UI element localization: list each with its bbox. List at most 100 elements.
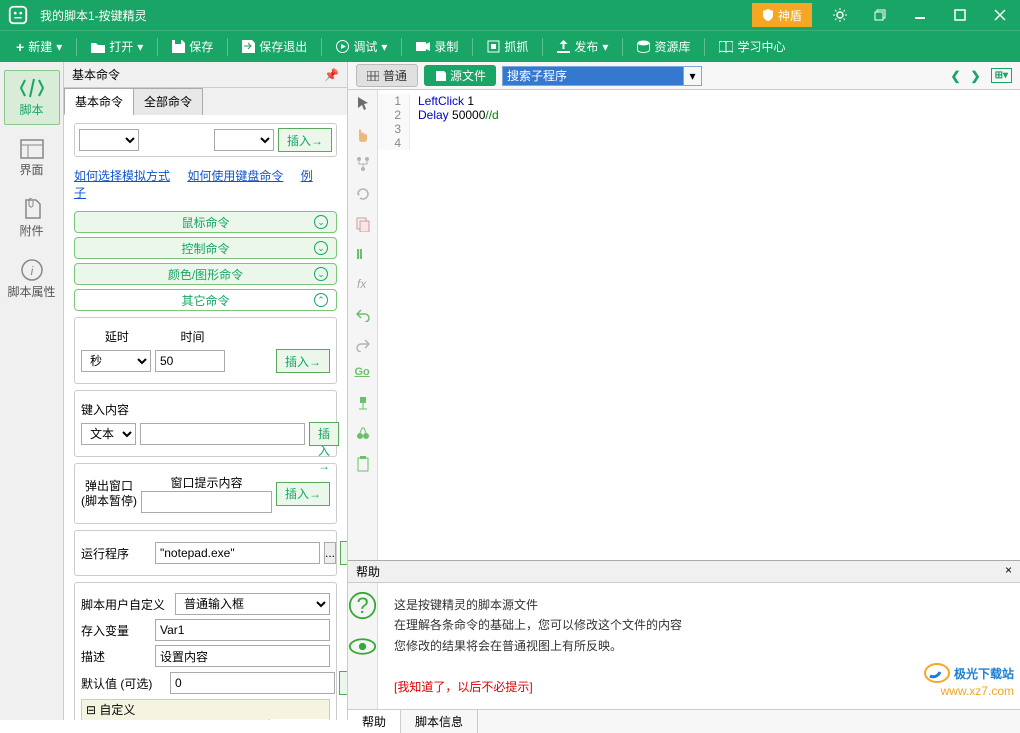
sidebar-item-props[interactable]: i 脚本属性 — [4, 253, 60, 306]
custom-desc-input[interactable] — [155, 645, 330, 667]
link-sim-mode[interactable]: 如何选择模拟方式 — [74, 169, 170, 183]
tab-all[interactable]: 全部命令 — [133, 88, 203, 115]
close-button[interactable] — [980, 0, 1020, 30]
mode-source[interactable]: 源文件 — [424, 65, 496, 86]
code-line[interactable] — [410, 122, 418, 136]
pin-icon[interactable]: 📌 — [324, 68, 339, 82]
run-path-input[interactable] — [155, 542, 320, 564]
next-button[interactable]: ❯ — [971, 69, 981, 83]
line-number: 4 — [378, 136, 410, 150]
database-icon — [637, 40, 650, 53]
source-icon — [434, 71, 446, 81]
browse-button[interactable]: ... — [324, 542, 336, 564]
close-icon[interactable]: × — [1005, 563, 1012, 580]
prev-button[interactable]: ❮ — [950, 69, 960, 83]
save-exit-button[interactable]: 保存退出 — [234, 34, 315, 59]
custom-var-input[interactable] — [155, 619, 330, 641]
tab-basic[interactable]: 基本命令 — [64, 88, 134, 115]
popup-text-input[interactable] — [141, 491, 272, 513]
chevron-down-icon: ⌄ — [314, 215, 328, 229]
acc-other[interactable]: 其它命令⌃ — [74, 289, 337, 311]
help-icon[interactable]: ? — [348, 591, 377, 620]
new-button[interactable]: +新建▾ — [8, 34, 70, 59]
chevron-down-icon: ▾ — [137, 40, 143, 54]
branch-icon[interactable] — [355, 156, 371, 172]
binoculars-icon[interactable] — [355, 426, 371, 442]
upload-icon — [557, 40, 570, 53]
chevron-down-icon: ▾ — [381, 40, 387, 54]
search-input[interactable] — [503, 67, 683, 85]
go-icon[interactable]: Go — [355, 366, 371, 382]
line-number: 1 — [378, 94, 410, 108]
tree-root[interactable]: ⊟ 自定义 — [82, 700, 329, 719]
redo-icon[interactable] — [355, 336, 371, 352]
copy-icon[interactable] — [355, 216, 371, 232]
svg-text:fx: fx — [357, 277, 367, 291]
eye-icon[interactable] — [348, 632, 377, 661]
acc-mouse[interactable]: 鼠标命令⌄ — [74, 211, 337, 233]
delay-value-input[interactable] — [155, 350, 225, 372]
script-icon — [20, 77, 44, 99]
publish-button[interactable]: 发布▾ — [549, 34, 616, 59]
svg-text:i: i — [30, 264, 33, 278]
input-mode-select[interactable]: 文本 — [81, 423, 136, 445]
insert-button[interactable]: 插入→ — [340, 541, 347, 565]
save-button[interactable]: 保存 — [164, 34, 221, 59]
info-icon: i — [21, 259, 43, 281]
settings-button[interactable] — [820, 0, 860, 30]
insert-button[interactable]: 插入→ — [276, 349, 330, 373]
comment-icon[interactable] — [355, 246, 371, 262]
chevron-down-icon[interactable]: ▾ — [683, 67, 701, 85]
ui-icon — [20, 139, 44, 159]
panel-title: 基本命令 — [72, 66, 324, 83]
link-keyboard[interactable]: 如何使用键盘命令 — [187, 169, 283, 183]
key-select-top[interactable] — [214, 129, 274, 151]
delay-unit-select[interactable]: 秒 — [81, 350, 151, 372]
target-icon[interactable] — [355, 396, 371, 412]
minimize-icon — [914, 9, 926, 21]
sidebar-item-attachment[interactable]: 附件 — [4, 192, 60, 245]
debug-button[interactable]: 调试▾ — [328, 34, 395, 59]
code-line[interactable] — [410, 136, 418, 150]
input-text-input[interactable] — [140, 423, 305, 445]
search-combo[interactable]: ▾ — [502, 66, 702, 86]
resource-button[interactable]: 资源库 — [629, 34, 698, 59]
layout-button[interactable]: ⊞▾ — [991, 68, 1012, 83]
loop-icon[interactable] — [355, 186, 371, 202]
undo-icon[interactable] — [355, 306, 371, 322]
restore-button[interactable] — [860, 0, 900, 30]
grab-icon — [487, 40, 500, 53]
function-icon[interactable]: fx — [355, 276, 371, 292]
sidebar-item-script[interactable]: 脚本 — [4, 70, 60, 125]
restore-icon — [874, 9, 886, 21]
custom-def-input[interactable] — [170, 672, 335, 694]
code-line[interactable]: LeftClick 1 — [410, 94, 474, 108]
mode-normal[interactable]: 普通 — [356, 64, 418, 87]
custom-type-select[interactable]: 普通输入框 — [175, 593, 330, 615]
dismiss-link[interactable]: [我知道了，以后不必提示] — [394, 677, 1004, 697]
help-tab-info[interactable]: 脚本信息 — [401, 710, 478, 733]
sidebar-item-ui[interactable]: 界面 — [4, 133, 60, 184]
insert-button[interactable]: 插入→ — [278, 128, 332, 152]
help-tab-help[interactable]: 帮助 — [348, 710, 401, 733]
cursor-icon[interactable] — [355, 96, 371, 112]
insert-button[interactable]: 插入→ — [309, 422, 339, 446]
code-line[interactable]: Delay 50000//d — [410, 108, 499, 122]
acc-control[interactable]: 控制命令⌄ — [74, 237, 337, 259]
camera-icon — [416, 41, 430, 52]
clipboard-icon[interactable] — [355, 456, 371, 472]
study-button[interactable]: 学习中心 — [711, 34, 793, 59]
insert-button[interactable]: 插入→ — [276, 482, 330, 506]
acc-color[interactable]: 颜色/图形命令⌄ — [74, 263, 337, 285]
maximize-button[interactable] — [940, 0, 980, 30]
hand-icon[interactable] — [355, 126, 371, 142]
open-button[interactable]: 打开▾ — [83, 34, 151, 59]
grab-button[interactable]: 抓抓 — [479, 34, 536, 59]
minimize-button[interactable] — [900, 0, 940, 30]
record-button[interactable]: 录制 — [408, 34, 466, 59]
shield-button[interactable]: 神盾 — [752, 3, 812, 27]
plus-icon: + — [16, 39, 24, 55]
insert-button[interactable]: 插入→ — [339, 671, 347, 695]
sim-select-top[interactable] — [79, 129, 139, 151]
chevron-down-icon: ▾ — [602, 40, 608, 54]
